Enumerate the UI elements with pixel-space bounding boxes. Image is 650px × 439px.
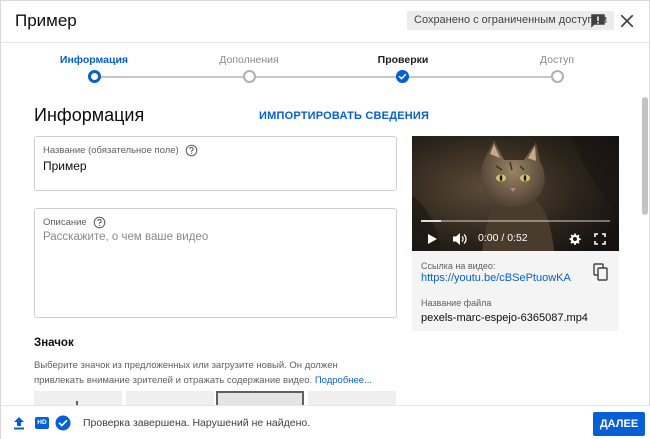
step-dot-details[interactable] [88,70,101,83]
import-details-link[interactable]: ИМПОРТИРОВАТЬ СВЕДЕНИЯ [259,110,429,122]
stepper-connector [255,76,397,78]
close-icon[interactable] [618,12,636,30]
learn-more-link[interactable]: Подробнее... [315,375,372,386]
hd-badge: HD [35,417,49,429]
video-player[interactable]: 0:00 / 0:52 [412,136,619,251]
description-input[interactable]: Расскажите, о чем ваше видео [43,231,208,243]
thumbnail-description-text: Выберите значок из предложенных или загр… [34,360,338,386]
step-dot-visibility[interactable] [551,70,564,83]
step-dot-extras[interactable] [243,70,256,83]
title-field-label: Название (обязательное поле) [43,144,198,157]
step-extras[interactable]: Дополнения [194,54,304,66]
video-link[interactable]: https://youtu.be/cBSePtuowKA [421,272,571,284]
upload-thumbnail-slot[interactable] [34,391,122,405]
next-button[interactable]: ДАЛЕЕ [593,412,645,436]
dialog-header: Пример Сохранено с ограниченным доступом [1,1,650,43]
upload-icon [14,417,24,430]
video-progress-track[interactable] [421,220,610,222]
description-label-text: Описание [43,217,87,229]
checkmark-icon[interactable] [396,70,409,83]
copy-icon[interactable] [593,263,609,281]
filename-label: Название файла [421,298,492,308]
feedback-icon[interactable] [589,12,607,30]
description-field-label: Описание [43,216,106,229]
thumbnail-title: Значок [34,337,74,349]
help-icon[interactable] [93,216,106,229]
stepper-connector [100,76,243,78]
check-status-text: Проверка завершена. Нарушений не найдено… [83,417,311,429]
description-field[interactable]: Описание Расскажите, о чем ваше видео [34,208,397,318]
thumbnail-option[interactable] [126,391,214,405]
gear-icon[interactable] [569,233,581,245]
help-icon[interactable] [185,144,198,157]
fullscreen-icon[interactable] [594,233,606,245]
details-panel: Информация ИМПОРТИРОВАТЬ СВЕДЕНИЯ Назван… [1,93,650,405]
title-field[interactable]: Название (обязательное поле) Пример [34,136,397,191]
volume-icon[interactable] [452,232,468,246]
video-link-label: Ссылка на видео: [421,261,496,271]
progress-stepper: Информация Дополнения Проверки Доступ [1,43,650,93]
stepper-connector [409,76,551,78]
step-visibility[interactable]: Доступ [502,54,612,66]
title-label-text: Название (обязательное поле) [43,145,179,157]
title-input[interactable]: Пример [43,159,87,173]
video-preview-card: 0:00 / 0:52 Ссылка на видео: https://you… [412,136,619,331]
thumbnail-option-selected[interactable] [216,391,304,405]
step-checks[interactable]: Проверки [348,54,458,66]
dialog-footer: HD Проверка завершена. Нарушений не найд… [1,405,650,439]
play-icon[interactable] [426,233,438,245]
status-badge: Сохранено с ограниченным доступом [407,11,615,30]
upload-dialog: Пример Сохранено с ограниченным доступом… [0,0,650,439]
filename: pexels-marc-espejo-6365087.mp4 [421,312,588,324]
section-title: Информация [34,105,145,125]
scrollbar[interactable] [642,97,648,215]
check-circle-icon [55,415,71,431]
dialog-title: Пример [15,11,77,30]
thumbnail-option[interactable] [308,391,396,405]
step-details[interactable]: Информация [39,54,149,66]
video-progress-fill [421,220,441,222]
video-time: 0:00 / 0:52 [478,232,528,244]
thumbnail-description: Выберите значок из предложенных или загр… [34,358,384,388]
